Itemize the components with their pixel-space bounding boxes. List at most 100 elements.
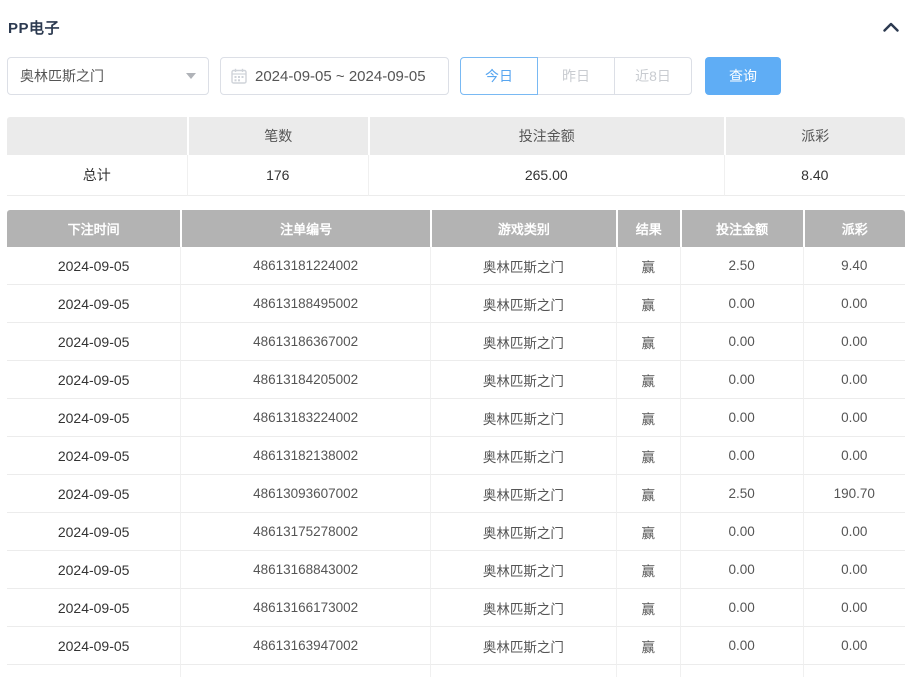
cell-payout: 0.00	[803, 589, 905, 627]
summary-total-bet-amount: 265.00	[368, 155, 724, 196]
table-row: 2024-09-0548613186367002奥林匹斯之门赢0.000.00	[7, 323, 905, 361]
cell-result: 赢	[616, 437, 680, 475]
yesterday-button[interactable]: 昨日	[537, 57, 615, 95]
cell-game-type: 奥林匹斯之门	[430, 627, 616, 665]
cell-bet-time: 2024-09-05	[7, 437, 180, 475]
last-8-days-button[interactable]: 近8日	[614, 57, 692, 95]
cell-game-type: 奥林匹斯之门	[430, 551, 616, 589]
table-row: 2024-09-0548613183224002奥林匹斯之门赢0.000.00	[7, 399, 905, 437]
cell-order-id: 48613168843002	[180, 551, 430, 589]
cell-order-id: 48613163947002	[180, 627, 430, 665]
summary-total-count: 176	[187, 155, 368, 196]
summary-header-row: 笔数 投注金额 派彩	[7, 117, 905, 155]
cell-bet-amount: 2.50	[680, 247, 803, 285]
header-result: 结果	[616, 210, 680, 247]
table-row: 2024-09-0548613166173002奥林匹斯之门赢0.000.00	[7, 589, 905, 627]
cell-bet-amount	[680, 665, 803, 677]
cell-payout: 0.00	[803, 551, 905, 589]
quick-date-segment: 今日 昨日 近8日	[460, 57, 692, 95]
cell-bet-amount: 0.00	[680, 513, 803, 551]
today-button[interactable]: 今日	[460, 57, 538, 95]
table-row-partial	[7, 665, 905, 677]
cell-bet-time: 2024-09-05	[7, 513, 180, 551]
cell-order-id: 48613183224002	[180, 399, 430, 437]
cell-bet-time: 2024-09-05	[7, 399, 180, 437]
cell-bet-time: 2024-09-05	[7, 361, 180, 399]
cell-bet-amount: 0.00	[680, 361, 803, 399]
cell-bet-time: 2024-09-05	[7, 589, 180, 627]
cell-result: 赢	[616, 285, 680, 323]
cell-payout: 0.00	[803, 285, 905, 323]
pp-electronic-panel: PP电子 奥林匹斯之门 2024-09-05 ~ 20	[0, 0, 912, 677]
table-body: 2024-09-0548613181224002奥林匹斯之门赢2.509.402…	[7, 247, 905, 677]
table-row: 2024-09-0548613175278002奥林匹斯之门赢0.000.00	[7, 513, 905, 551]
cell-game-type	[430, 665, 616, 677]
cell-payout: 0.00	[803, 399, 905, 437]
cell-result: 赢	[616, 513, 680, 551]
summary-header-count: 笔数	[187, 117, 368, 155]
summary-table: 笔数 投注金额 派彩 总计 176 265.00 8.40	[7, 117, 905, 196]
cell-payout: 0.00	[803, 627, 905, 665]
cell-result: 赢	[616, 551, 680, 589]
cell-order-id: 48613181224002	[180, 247, 430, 285]
table-row: 2024-09-0548613181224002奥林匹斯之门赢2.509.40	[7, 247, 905, 285]
filter-bar: 奥林匹斯之门 2024-09-05 ~ 2024-09-05 今日 昨日 近8日…	[7, 57, 905, 95]
table-row: 2024-09-0548613093607002奥林匹斯之门赢2.50190.7…	[7, 475, 905, 513]
panel-title: PP电子	[8, 17, 60, 38]
cell-order-id: 48613186367002	[180, 323, 430, 361]
cell-bet-time: 2024-09-05	[7, 285, 180, 323]
cell-payout: 9.40	[803, 247, 905, 285]
cell-bet-time	[7, 665, 180, 677]
header-game-type: 游戏类别	[430, 210, 616, 247]
cell-game-type: 奥林匹斯之门	[430, 589, 616, 627]
table-row: 2024-09-0548613184205002奥林匹斯之门赢0.000.00	[7, 361, 905, 399]
cell-payout	[803, 665, 905, 677]
cell-result	[616, 665, 680, 677]
table-row: 2024-09-0548613182138002奥林匹斯之门赢0.000.00	[7, 437, 905, 475]
collapse-panel-button[interactable]	[880, 16, 902, 38]
cell-result: 赢	[616, 399, 680, 437]
cell-bet-time: 2024-09-05	[7, 475, 180, 513]
table-header-row: 下注时间 注单编号 游戏类别 结果 投注金额 派彩	[7, 210, 905, 247]
cell-bet-time: 2024-09-05	[7, 551, 180, 589]
cell-result: 赢	[616, 589, 680, 627]
cell-bet-amount: 0.00	[680, 285, 803, 323]
cell-bet-amount: 0.00	[680, 551, 803, 589]
table-row: 2024-09-0548613168843002奥林匹斯之门赢0.000.00	[7, 551, 905, 589]
bet-records-table: 下注时间 注单编号 游戏类别 结果 投注金额 派彩 2024-09-054861…	[7, 210, 905, 677]
cell-payout: 0.00	[803, 323, 905, 361]
query-button[interactable]: 查询	[705, 57, 781, 95]
cell-order-id: 48613188495002	[180, 285, 430, 323]
cell-game-type: 奥林匹斯之门	[430, 285, 616, 323]
cell-result: 赢	[616, 627, 680, 665]
cell-bet-time: 2024-09-05	[7, 323, 180, 361]
cell-order-id: 48613184205002	[180, 361, 430, 399]
summary-total-payout: 8.40	[724, 155, 905, 196]
game-select[interactable]: 奥林匹斯之门	[7, 57, 209, 95]
panel-header: PP电子	[7, 16, 905, 38]
summary-header-bet-amount: 投注金额	[368, 117, 724, 155]
summary-header-blank	[7, 117, 187, 155]
cell-bet-time: 2024-09-05	[7, 247, 180, 285]
summary-total-label: 总计	[7, 155, 187, 196]
chevron-down-icon	[186, 73, 196, 79]
cell-game-type: 奥林匹斯之门	[430, 323, 616, 361]
cell-bet-amount: 0.00	[680, 323, 803, 361]
calendar-icon	[231, 68, 247, 84]
cell-game-type: 奥林匹斯之门	[430, 399, 616, 437]
cell-bet-amount: 0.00	[680, 437, 803, 475]
cell-payout: 190.70	[803, 475, 905, 513]
header-order-id: 注单编号	[180, 210, 430, 247]
game-select-value: 奥林匹斯之门	[20, 66, 104, 86]
date-range-value: 2024-09-05 ~ 2024-09-05	[255, 68, 426, 85]
cell-result: 赢	[616, 361, 680, 399]
cell-bet-time: 2024-09-05	[7, 627, 180, 665]
table-row: 2024-09-0548613188495002奥林匹斯之门赢0.000.00	[7, 285, 905, 323]
cell-order-id: 48613175278002	[180, 513, 430, 551]
date-range-picker[interactable]: 2024-09-05 ~ 2024-09-05	[220, 57, 449, 95]
summary-total-row: 总计 176 265.00 8.40	[7, 155, 905, 196]
cell-result: 赢	[616, 247, 680, 285]
cell-order-id: 48613166173002	[180, 589, 430, 627]
header-payout: 派彩	[803, 210, 905, 247]
cell-result: 赢	[616, 475, 680, 513]
